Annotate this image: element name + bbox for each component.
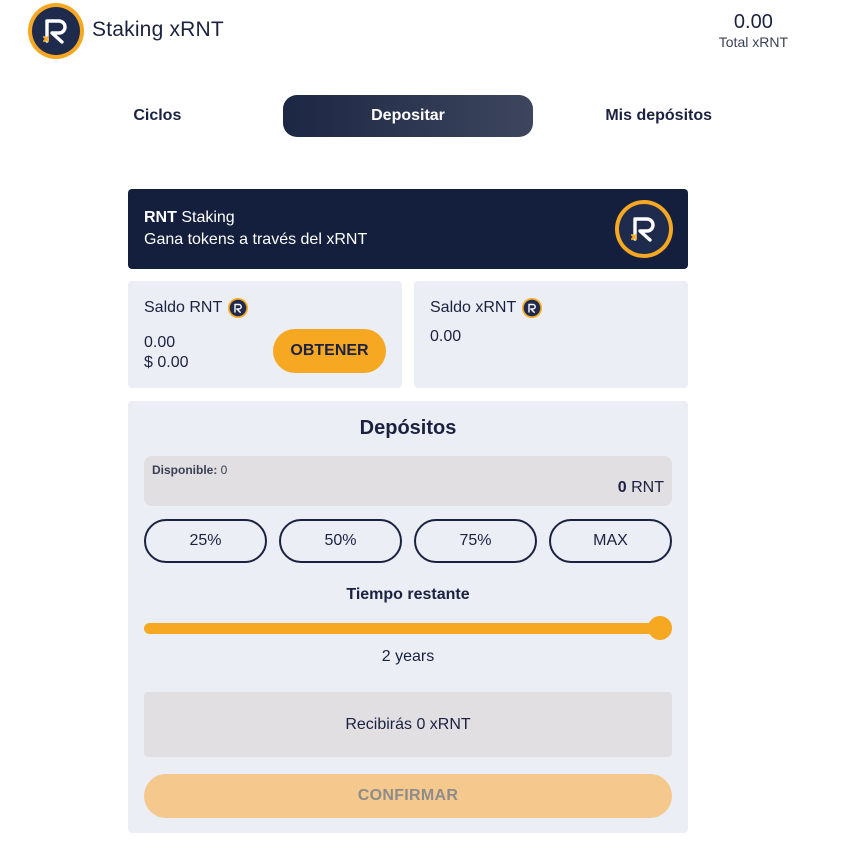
tab-ciclos[interactable]: Ciclos (32, 95, 283, 137)
rnt-token-icon (522, 298, 543, 318)
deposit-amount-input[interactable]: Disponible: 0 0 RNT (144, 456, 672, 506)
tab-bar: Ciclos Depositar Mis depósitos (32, 95, 784, 137)
slider-thumb[interactable] (648, 616, 672, 640)
obtener-button[interactable]: OBTENER (273, 329, 386, 373)
xrnt-balance-label: Saldo xRNT (430, 298, 543, 318)
rnt-logo-icon (28, 3, 84, 59)
xrnt-balance-card: Saldo xRNT 0.00 (414, 281, 688, 388)
xrnt-balance-amount: 0.00 (430, 328, 462, 345)
time-slider[interactable] (144, 616, 672, 640)
rnt-balance-usd: $ 0.00 (144, 354, 189, 371)
total-xrnt: 0.00 Total xRNT (719, 10, 788, 50)
tab-mis-depositos[interactable]: Mis depósitos (533, 95, 784, 137)
deposit-title: Depósitos (359, 417, 457, 439)
percent-25-button[interactable]: 25% (144, 519, 267, 563)
staking-banner: RNT Staking Gana tokens a través del xRN… (128, 189, 688, 269)
receive-summary: Recibirás 0 xRNT (144, 692, 672, 757)
total-xrnt-label: Total xRNT (718, 34, 788, 50)
tab-depositar[interactable]: Depositar (282, 95, 534, 137)
percent-max-button[interactable]: MAX (549, 519, 672, 563)
rnt-balance-amount: 0.00 (144, 334, 176, 351)
percent-buttons: 25% 50% 75% MAX (144, 519, 672, 563)
rnt-balance-card: Saldo RNT 0.00 $ 0.00 OBTENER (128, 281, 402, 388)
rnt-logo-icon (615, 200, 673, 258)
available-balance: Disponible: 0 (152, 463, 228, 477)
app-title: Staking xRNT (92, 18, 224, 41)
deposit-panel: Depósitos Disponible: 0 0 RNT 25% 50% 75… (128, 401, 688, 833)
percent-50-button[interactable]: 50% (279, 519, 402, 563)
time-remaining-value: 2 years (381, 648, 435, 665)
percent-75-button[interactable]: 75% (414, 519, 537, 563)
slider-track (144, 623, 672, 634)
rnt-token-icon (228, 298, 249, 318)
total-xrnt-value: 0.00 (733, 11, 773, 33)
deposit-amount-value: 0 RNT (617, 479, 664, 496)
banner-title: RNT Staking (144, 209, 235, 226)
confirm-button[interactable]: CONFIRMAR (144, 774, 672, 818)
banner-subtitle: Gana tokens a través del xRNT (144, 231, 368, 248)
rnt-balance-label: Saldo RNT (144, 298, 249, 318)
time-remaining-label: Tiempo restante (346, 586, 470, 603)
